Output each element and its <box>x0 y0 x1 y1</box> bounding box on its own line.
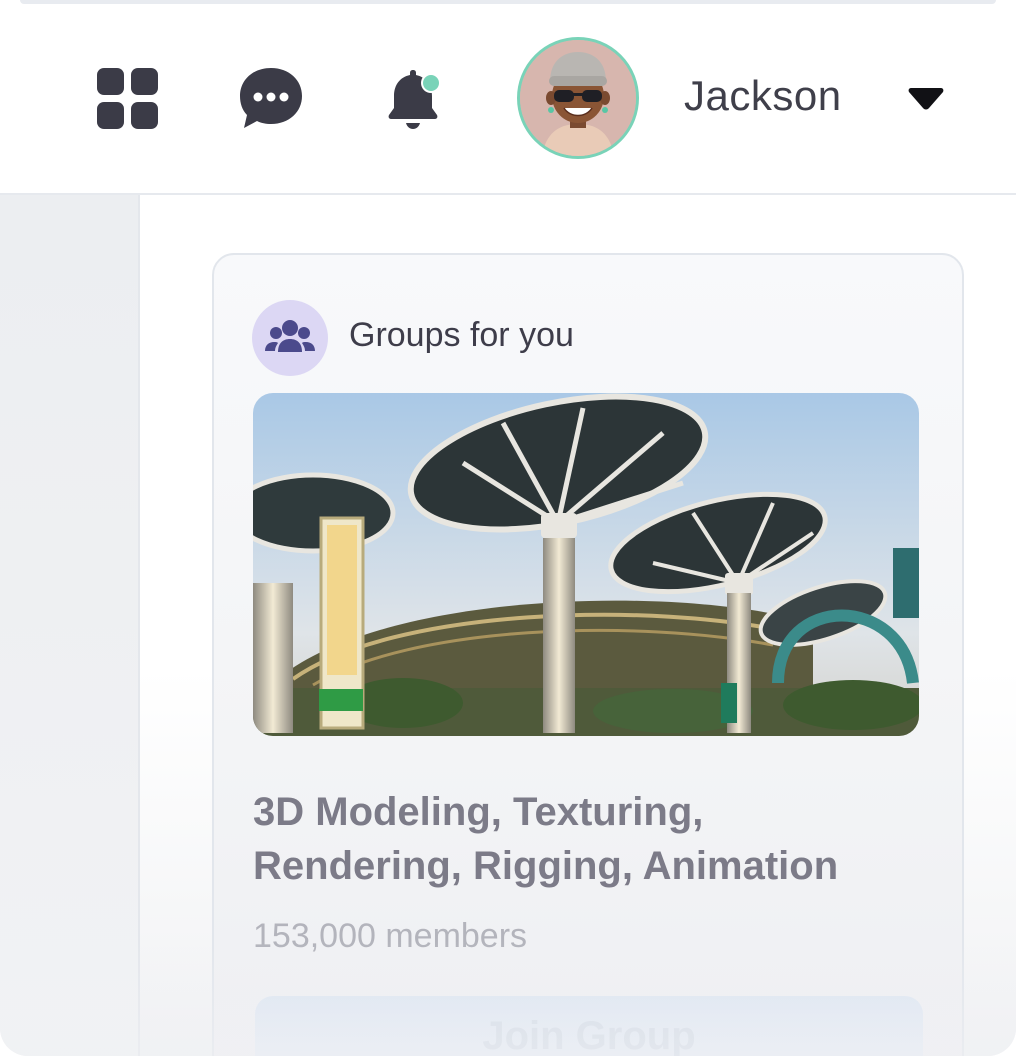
username-label[interactable]: Jackson <box>684 72 842 120</box>
group-cover-image[interactable] <box>253 393 919 736</box>
avatar[interactable] <box>517 37 639 159</box>
groups-badge <box>252 300 328 376</box>
apps-grid-icon[interactable] <box>97 68 159 130</box>
bell-icon[interactable] <box>384 66 446 130</box>
join-group-button[interactable]: Join Group <box>255 996 923 1056</box>
top-divider <box>20 0 996 4</box>
dropdown-arrow-icon[interactable] <box>907 82 945 114</box>
left-sidebar <box>0 195 140 1056</box>
app-window: Jackson Groups for you 3D Modeling, Text… <box>0 0 1016 1056</box>
top-nav-bar: Jackson <box>0 0 1016 195</box>
chat-bubble-icon[interactable] <box>238 66 304 132</box>
notification-dot <box>423 75 439 91</box>
member-count: 153,000 members <box>253 917 528 955</box>
group-title[interactable]: 3D Modeling, Texturing, Rendering, Riggi… <box>253 785 893 893</box>
people-group-icon <box>265 320 315 352</box>
sustainability-pavilion-photo <box>253 393 919 736</box>
memoji-avatar-image <box>520 40 636 156</box>
card-heading: Groups for you <box>349 316 574 354</box>
